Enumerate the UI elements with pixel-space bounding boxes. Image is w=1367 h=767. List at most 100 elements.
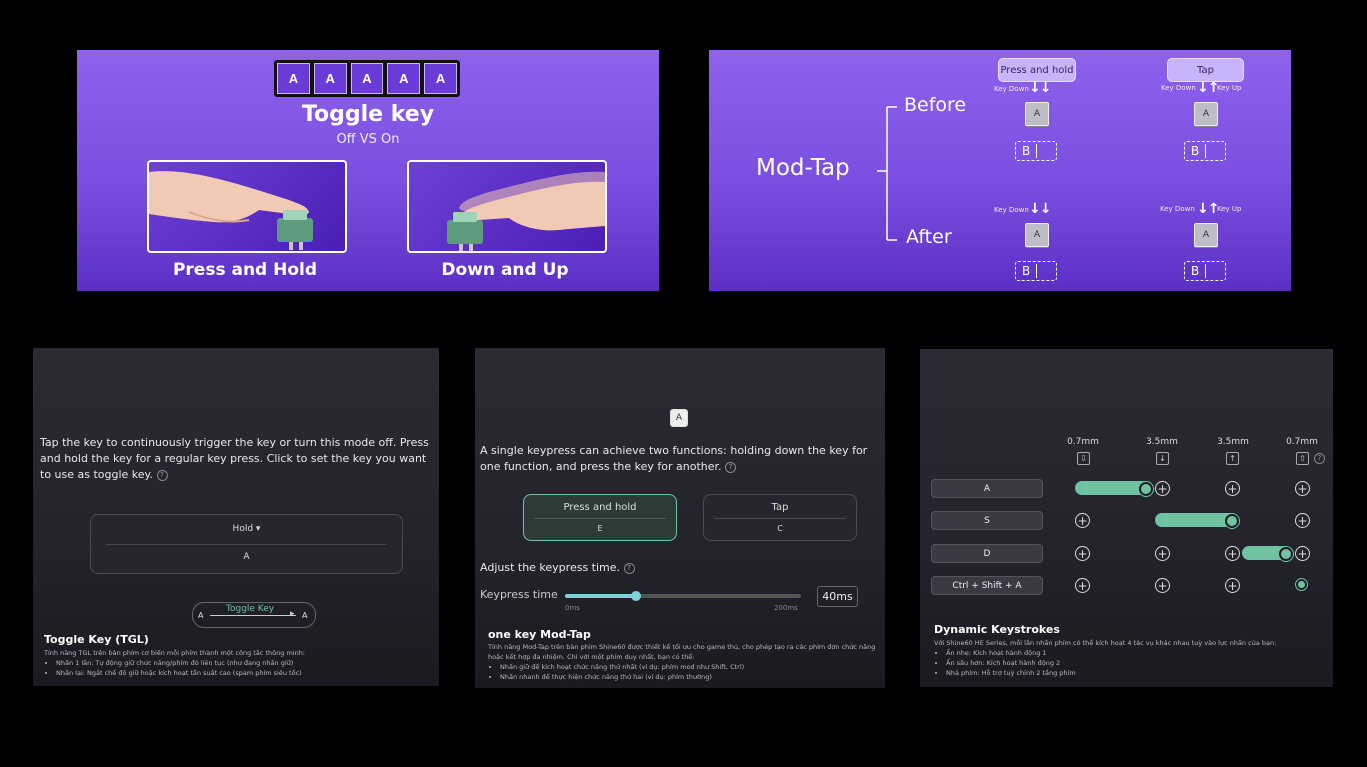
help-icon[interactable]: ? bbox=[623, 562, 635, 574]
release-start-icon: ↑ bbox=[1226, 452, 1239, 465]
list-item: Nhấn giữ để kích hoạt chức năng thứ nhất… bbox=[500, 662, 880, 672]
action-range-handle[interactable] bbox=[1279, 547, 1293, 561]
chevron-down-icon: ▾ bbox=[255, 524, 261, 534]
toggle-key-slide: A A A A A Toggle key Off VS On Press and… bbox=[77, 50, 659, 291]
down-and-up-image bbox=[407, 160, 607, 253]
column-travel-4: 0.7mm bbox=[1286, 437, 1318, 447]
dynamic-keystrokes-panel: 0.7mm 3.5mm 3.5mm 0.7mm ⇩ ↓ ↑ ⇧ ? A S D … bbox=[920, 349, 1333, 687]
help-icon[interactable]: ? bbox=[725, 461, 737, 473]
add-action-icon[interactable]: + bbox=[1225, 546, 1240, 561]
modtap-section-title: one key Mod-Tap bbox=[488, 628, 591, 641]
dks-row-key-a[interactable]: A bbox=[931, 479, 1043, 498]
after-label: After bbox=[906, 226, 952, 248]
dks-row-key-s[interactable]: S bbox=[931, 511, 1043, 530]
add-action-icon[interactable]: + bbox=[1155, 481, 1170, 496]
toggle-key-diagram: A Toggle Key ▸ A bbox=[192, 602, 316, 628]
key-cap: A bbox=[313, 63, 347, 94]
key-a: A bbox=[1194, 223, 1218, 247]
add-action-icon[interactable]: + bbox=[1075, 578, 1090, 593]
keypress-slider-track[interactable] bbox=[565, 591, 801, 601]
mod-tap-slide: Mod-Tap Before After Press and hold Tap … bbox=[709, 50, 1291, 291]
output-box: B bbox=[1184, 261, 1226, 281]
add-action-icon[interactable]: + bbox=[1225, 578, 1240, 593]
action-range-handle[interactable] bbox=[1225, 514, 1239, 528]
tgl-section-intro: Tính năng TGL trên bàn phím cơ biến mỗi … bbox=[44, 649, 305, 657]
hand-tapping-switch-illustration bbox=[447, 171, 605, 251]
diagram-left-key: A bbox=[198, 611, 204, 620]
add-action-icon[interactable]: + bbox=[1155, 578, 1170, 593]
column-travel-3: 3.5mm bbox=[1217, 437, 1249, 447]
tap-value: C bbox=[777, 524, 783, 533]
tap-title: Tap bbox=[771, 502, 789, 513]
list-item: Nhấn nhanh để thực hiện chức năng thứ ha… bbox=[500, 672, 880, 682]
keypress-slider-fill bbox=[565, 594, 636, 598]
add-action-icon[interactable]: + bbox=[1075, 546, 1090, 561]
modtap-description-text: A single keypress can achieve two functi… bbox=[480, 444, 868, 473]
add-action-icon[interactable]: + bbox=[1225, 481, 1240, 496]
action-range-handle[interactable] bbox=[1139, 482, 1153, 496]
dks-section-intro: Với Shine60 HE Series, mỗi lần nhấn phím… bbox=[934, 639, 1277, 647]
divider bbox=[714, 518, 846, 519]
output-box: B bbox=[1015, 141, 1057, 161]
release-end-icon: ⇧ bbox=[1296, 452, 1309, 465]
toggle-key-panel: Tap the key to continuously trigger the … bbox=[33, 348, 439, 686]
tgl-section-body: Tính năng TGL trên bàn phím cơ biến mỗi … bbox=[44, 648, 434, 678]
slide-subtitle: Off VS On bbox=[336, 132, 400, 147]
help-icon[interactable]: ? bbox=[1314, 453, 1325, 464]
tgl-description: Tap the key to continuously trigger the … bbox=[40, 435, 438, 483]
dks-section-body: Với Shine60 HE Series, mỗi lần nhấn phím… bbox=[934, 638, 1326, 678]
add-action-icon[interactable]: + bbox=[1155, 546, 1170, 561]
before-label: Before bbox=[904, 94, 967, 116]
list-item: Nhấn lại: Ngắt chế độ giữ hoặc kích hoạt… bbox=[56, 668, 434, 678]
key-a: A bbox=[1025, 223, 1049, 247]
down-up-arrows-icon: ↓↑ bbox=[1197, 80, 1219, 96]
mode-select[interactable]: Hold ▾ bbox=[91, 524, 402, 534]
toggle-key-value[interactable]: A bbox=[91, 552, 402, 562]
press-start-icon: ⇩ bbox=[1077, 452, 1090, 465]
key-down-label: Key Down bbox=[994, 85, 1029, 93]
divider bbox=[106, 544, 387, 545]
mod-tap-panel: A A single keypress can achieve two func… bbox=[475, 348, 885, 688]
keypress-time-input[interactable]: 40ms bbox=[817, 586, 858, 607]
key-up-label: Key Up bbox=[1217, 205, 1242, 213]
dks-row-key-combo[interactable]: Ctrl + Shift + A bbox=[931, 576, 1043, 595]
key-cap: A bbox=[424, 63, 457, 94]
down-arrows-icon: ↓↓ bbox=[1029, 201, 1051, 217]
key-row: A A A A A bbox=[274, 60, 460, 97]
output-key-b: B bbox=[1191, 144, 1200, 158]
divider bbox=[534, 518, 666, 519]
output-box: B bbox=[1184, 141, 1226, 161]
modtap-description: A single keypress can achieve two functi… bbox=[480, 443, 884, 475]
tap-pill: Tap bbox=[1167, 58, 1244, 82]
tgl-description-text: Tap the key to continuously trigger the … bbox=[40, 436, 429, 481]
help-icon[interactable]: ? bbox=[156, 469, 168, 481]
column-travel-2: 3.5mm bbox=[1146, 437, 1178, 447]
key-up-label: Key Up bbox=[1217, 84, 1242, 92]
diagram-arrow bbox=[210, 615, 296, 616]
action-point-icon[interactable] bbox=[1295, 578, 1308, 591]
add-action-icon[interactable]: + bbox=[1295, 546, 1310, 561]
list-item: Nhấn 1 lần: Tự động giữ chức năng/phím đ… bbox=[56, 658, 434, 668]
down-and-up-caption: Down and Up bbox=[441, 260, 569, 280]
toggle-key-config: Hold ▾ A bbox=[90, 514, 403, 574]
add-action-icon[interactable]: + bbox=[1295, 481, 1310, 496]
modtap-section-body: Tính năng Mod-Tap trên bàn phím Shine60 … bbox=[488, 642, 880, 682]
press-and-hold-image bbox=[147, 160, 347, 253]
press-bottom-icon: ↓ bbox=[1156, 452, 1169, 465]
press-and-hold-box[interactable]: Press and hold E bbox=[523, 494, 677, 541]
tap-box[interactable]: Tap C bbox=[703, 494, 857, 541]
down-up-arrows-icon: ↓↑ bbox=[1197, 201, 1219, 217]
add-action-icon[interactable]: + bbox=[1075, 513, 1090, 528]
slider-min-label: 0ms bbox=[565, 604, 580, 612]
output-key-b: B bbox=[1022, 144, 1031, 158]
key-down-label: Key Down bbox=[1160, 205, 1195, 213]
slide-title: Toggle key bbox=[301, 102, 435, 127]
dks-section-title: Dynamic Keystrokes bbox=[934, 623, 1060, 636]
down-arrows-icon: ↓↓ bbox=[1029, 80, 1051, 96]
mod-tap-title: Mod-Tap bbox=[756, 155, 850, 181]
list-item: Ấn nhẹ: Kích hoạt hành động 1 bbox=[946, 648, 1326, 658]
add-action-icon[interactable]: + bbox=[1295, 513, 1310, 528]
dks-row-key-d[interactable]: D bbox=[931, 544, 1043, 563]
modtap-section-intro: Tính năng Mod-Tap trên bàn phím Shine60 … bbox=[488, 643, 876, 661]
keypress-slider-handle[interactable] bbox=[630, 591, 641, 601]
